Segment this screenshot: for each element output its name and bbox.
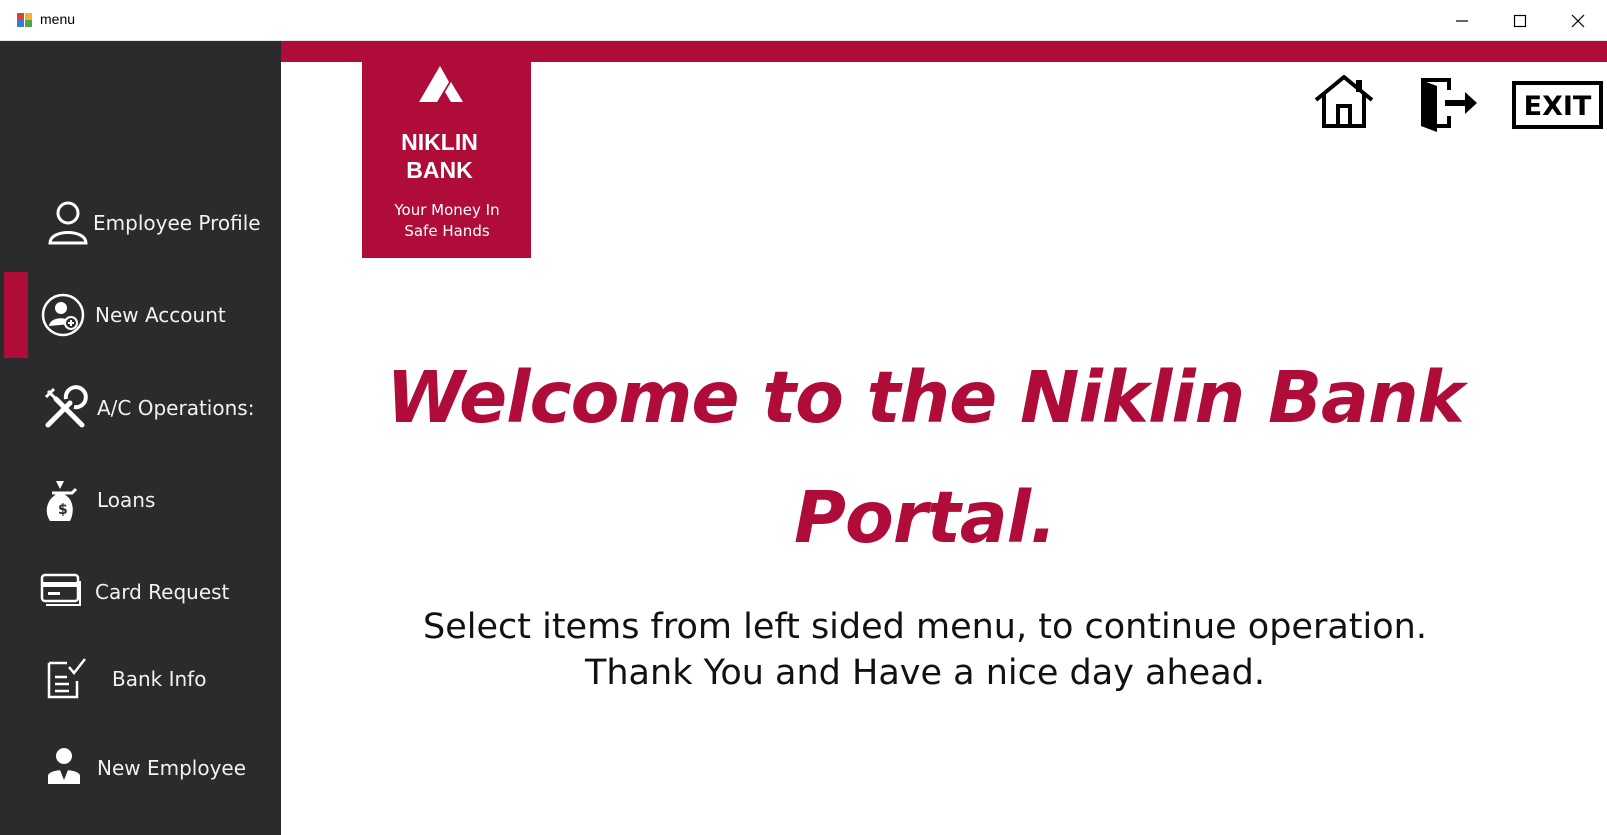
welcome-line-1: Welcome to the Niklin Bank: [386, 356, 1464, 439]
home-button[interactable]: [1312, 74, 1376, 132]
sidebar: Employee Profile New Account A/C Operati…: [0, 41, 281, 835]
logo-name: NIKLIN BANK: [401, 129, 478, 183]
welcome-heading: Welcome to the Niklin Bank Portal.: [360, 338, 1490, 578]
logo-mark-icon: [419, 66, 463, 102]
window-title: menu: [40, 11, 76, 27]
svg-text:EXIT: EXIT: [1524, 91, 1592, 122]
add-user-circle-icon: [41, 293, 85, 337]
sidebar-item-employee-profile[interactable]: Employee Profile: [0, 188, 281, 258]
sidebar-item-label: Bank Info: [112, 667, 207, 691]
close-icon: [1571, 14, 1585, 27]
sidebar-item-label: New Employee: [97, 756, 247, 780]
minimize-icon: [1456, 19, 1468, 22]
sidebar-item-card-request[interactable]: Card Request: [0, 557, 281, 627]
svg-text:$: $: [58, 502, 68, 518]
exit-button[interactable]: EXIT: [1512, 81, 1603, 133]
instructions-line-1: Select items from left sided menu, to co…: [423, 607, 1427, 647]
app-icon: [17, 13, 32, 27]
sidebar-item-label: A/C Operations:: [97, 396, 255, 420]
card-icon: [40, 573, 81, 606]
maximize-button[interactable]: [1491, 0, 1549, 41]
sidebar-item-label: Loans: [97, 488, 156, 512]
tools-icon: [44, 385, 88, 428]
instructions-line-2: Thank You and Have a nice day ahead.: [585, 653, 1265, 693]
user-icon: [48, 201, 88, 245]
sidebar-item-bank-info[interactable]: Bank Info: [0, 644, 281, 714]
sidebar-item-label: Card Request: [95, 580, 230, 604]
home-icon: [1314, 75, 1374, 128]
sidebar-item-ac-operations[interactable]: A/C Operations:: [0, 373, 281, 443]
close-button[interactable]: [1549, 0, 1607, 41]
exit-icon: EXIT: [1512, 81, 1603, 129]
window-titlebar: menu: [0, 0, 1607, 41]
header-band: [281, 41, 1607, 62]
logout-door-icon: [1421, 78, 1477, 132]
sidebar-item-loans[interactable]: $ Loans: [0, 465, 281, 535]
sidebar-item-label: New Account: [95, 303, 226, 327]
bank-logo: NIKLIN BANK Your Money In Safe Hands: [362, 62, 531, 258]
maximize-icon: [1513, 14, 1527, 27]
sidebar-item-new-account[interactable]: New Account: [0, 272, 281, 358]
sidebar-item-new-employee[interactable]: New Employee: [0, 733, 281, 803]
instructions-text: Select items from left sided menu, to co…: [360, 604, 1490, 696]
employee-icon: [48, 748, 80, 788]
checklist-icon: [47, 658, 86, 699]
minimize-button[interactable]: [1433, 0, 1491, 41]
sidebar-item-label: Employee Profile: [93, 211, 261, 235]
welcome-line-2: Portal.: [794, 476, 1057, 559]
selected-indicator: [4, 272, 28, 358]
logo-tagline: Your Money In Safe Hands: [394, 201, 500, 240]
logout-button[interactable]: [1419, 76, 1479, 138]
money-bag-icon: $: [46, 481, 78, 521]
